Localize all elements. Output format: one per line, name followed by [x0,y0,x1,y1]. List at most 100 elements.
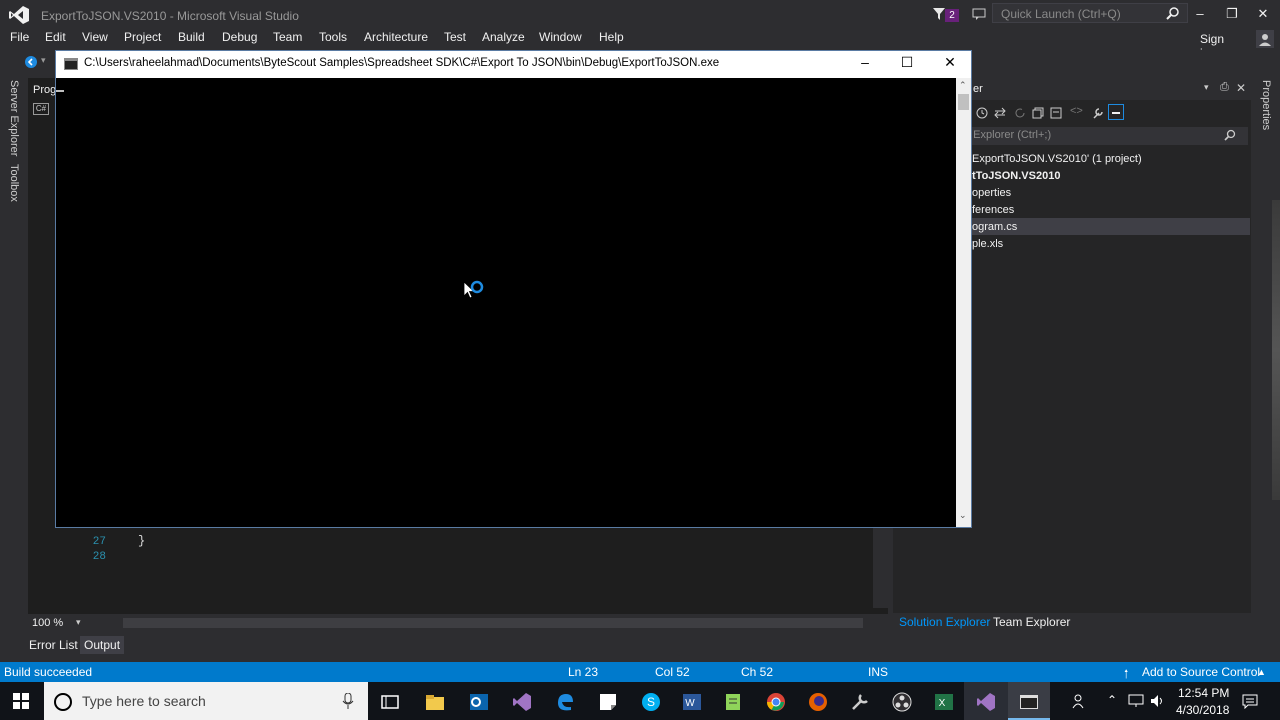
back-icon[interactable] [24,55,38,69]
microphone-icon[interactable] [342,693,354,709]
zoom-dropdown-icon[interactable]: ▾ [76,617,81,628]
visual-studio-icon[interactable] [511,691,533,713]
collapse-all-icon[interactable] [1032,107,1044,119]
chrome-icon[interactable] [765,691,787,713]
tree-item-project[interactable]: tToJSON.VS2010 [972,170,1060,182]
menu-architecture[interactable]: Architecture [364,30,428,44]
scroll-down-icon[interactable]: ⌄ [959,510,967,521]
tab-error-list[interactable]: Error List [29,638,78,652]
visual-studio-2-icon[interactable] [975,691,997,713]
sticky-icon[interactable] [597,691,619,713]
quick-launch-input[interactable]: Quick Launch (Ctrl+Q) [992,3,1188,23]
zoom-level[interactable]: 100 % [32,617,63,629]
left-tool-strip: Server Explorer Toolbox [0,76,26,626]
menu-build[interactable]: Build [178,30,205,44]
notepad-plus-icon[interactable] [722,691,744,713]
task-view-icon[interactable] [379,691,401,713]
tree-item-properties[interactable]: operties [972,187,1011,199]
preview-toggle-icon[interactable] [1108,104,1124,120]
excel-icon[interactable]: X [933,691,955,713]
tree-item-solution[interactable]: ExportToJSON.VS2010' (1 project) [972,153,1142,165]
volume-icon[interactable] [1150,694,1166,708]
network-icon[interactable] [1128,694,1144,708]
editor-scrollbar[interactable] [873,518,888,608]
outlook-icon[interactable] [468,691,490,713]
console-window[interactable]: C:\Users\raheelahmad\Documents\ByteScout… [55,50,972,528]
panel-dropdown-icon[interactable]: ▾ [1204,82,1209,93]
menu-file[interactable]: File [10,30,29,44]
add-to-source-control[interactable]: Add to Source Control [1142,665,1260,679]
status-insert-mode: INS [868,665,889,679]
maximize-icon[interactable]: ❐ [1224,6,1240,22]
tools-icon[interactable] [849,691,871,713]
notification-badge[interactable]: 2 [945,9,959,22]
status-message: Build succeeded [4,665,93,679]
clock-date[interactable]: 4/30/2018 [1176,703,1229,717]
menu-project[interactable]: Project [124,30,161,44]
close-icon[interactable]: ✕ [1255,6,1271,22]
history-icon[interactable] [976,107,988,119]
refresh-icon[interactable] [1014,107,1026,119]
panel-close-icon[interactable]: ✕ [1236,81,1246,95]
minimize-icon[interactable]: – [1192,6,1208,22]
properties-wrench-icon[interactable] [1092,107,1104,119]
menu-window[interactable]: Window [539,30,582,44]
line-number: 28 [92,551,106,563]
show-all-files-icon[interactable] [1050,107,1062,119]
mouse-pointer-busy-icon [463,280,484,299]
pin-icon[interactable]: ⎙ [1220,81,1229,94]
menu-view[interactable]: View [82,30,108,44]
tray-expand-icon[interactable]: ⌃ [1107,693,1117,707]
menu-team[interactable]: Team [273,30,302,44]
tree-item-references[interactable]: ferences [972,204,1014,216]
view-code-icon[interactable]: <> [1070,105,1083,117]
console-title-bar[interactable]: C:\Users\raheelahmad\Documents\ByteScout… [56,51,971,78]
people-icon[interactable] [1072,693,1088,709]
obs-icon[interactable] [891,691,913,713]
menu-help[interactable]: Help [599,30,624,44]
word-icon[interactable]: W [681,691,703,713]
action-center-icon[interactable] [1242,693,1258,709]
console-scrollbar[interactable]: ⌃ ⌄ [956,78,971,527]
clock-time[interactable]: 12:54 PM [1178,686,1229,700]
taskbar-search-box[interactable]: Type here to search [44,682,368,720]
se-search-icon[interactable] [1224,129,1236,141]
filter-icon[interactable] [932,7,946,21]
feedback-icon[interactable] [972,7,986,21]
skype-icon[interactable]: S [640,691,662,713]
tree-item-program-cs[interactable]: ogram.cs [972,221,1017,233]
console-close-icon[interactable]: ✕ [930,54,970,74]
tab-team-explorer[interactable]: Team Explorer [993,615,1070,629]
source-control-up-icon[interactable]: ▲ [1257,667,1266,677]
editor-tab[interactable]: Prog [33,84,56,96]
toolbox-tab[interactable]: Toolbox [8,164,20,202]
menu-debug[interactable]: Debug [222,30,257,44]
solution-explorer-search[interactable]: n Explorer (Ctrl+;) [958,127,1248,145]
tab-output[interactable]: Output [80,636,125,654]
console-maximize-icon[interactable]: ☐ [887,54,927,74]
horizontal-scrollbar[interactable] [123,618,863,628]
console-app-icon[interactable] [1018,691,1040,713]
menu-test[interactable]: Test [444,30,466,44]
status-line: Ln 23 [568,665,599,679]
menu-analyze[interactable]: Analyze [482,30,525,44]
file-explorer-icon[interactable] [424,691,446,713]
sync-icon[interactable] [994,107,1006,119]
tab-solution-explorer[interactable]: Solution Explorer [899,615,990,629]
edge-icon[interactable] [554,691,576,713]
console-minimize-icon[interactable]: – [845,54,885,74]
menu-edit[interactable]: Edit [45,30,66,44]
tree-item-sample-xls[interactable]: ple.xls [972,238,1003,250]
search-icon[interactable] [1166,7,1180,21]
scroll-thumb[interactable] [958,94,969,110]
properties-tab[interactable]: Properties [1260,80,1272,130]
back-dropdown-icon[interactable]: ▾ [41,55,46,66]
scroll-up-icon[interactable]: ⌃ [959,80,967,91]
account-icon[interactable] [1256,30,1274,48]
svg-text:W: W [685,698,695,709]
menu-tools[interactable]: Tools [319,30,347,44]
console-output-area[interactable] [56,78,956,527]
server-explorer-tab[interactable]: Server Explorer [8,80,20,156]
firefox-icon[interactable] [807,691,829,713]
windows-start-icon[interactable] [13,693,29,709]
